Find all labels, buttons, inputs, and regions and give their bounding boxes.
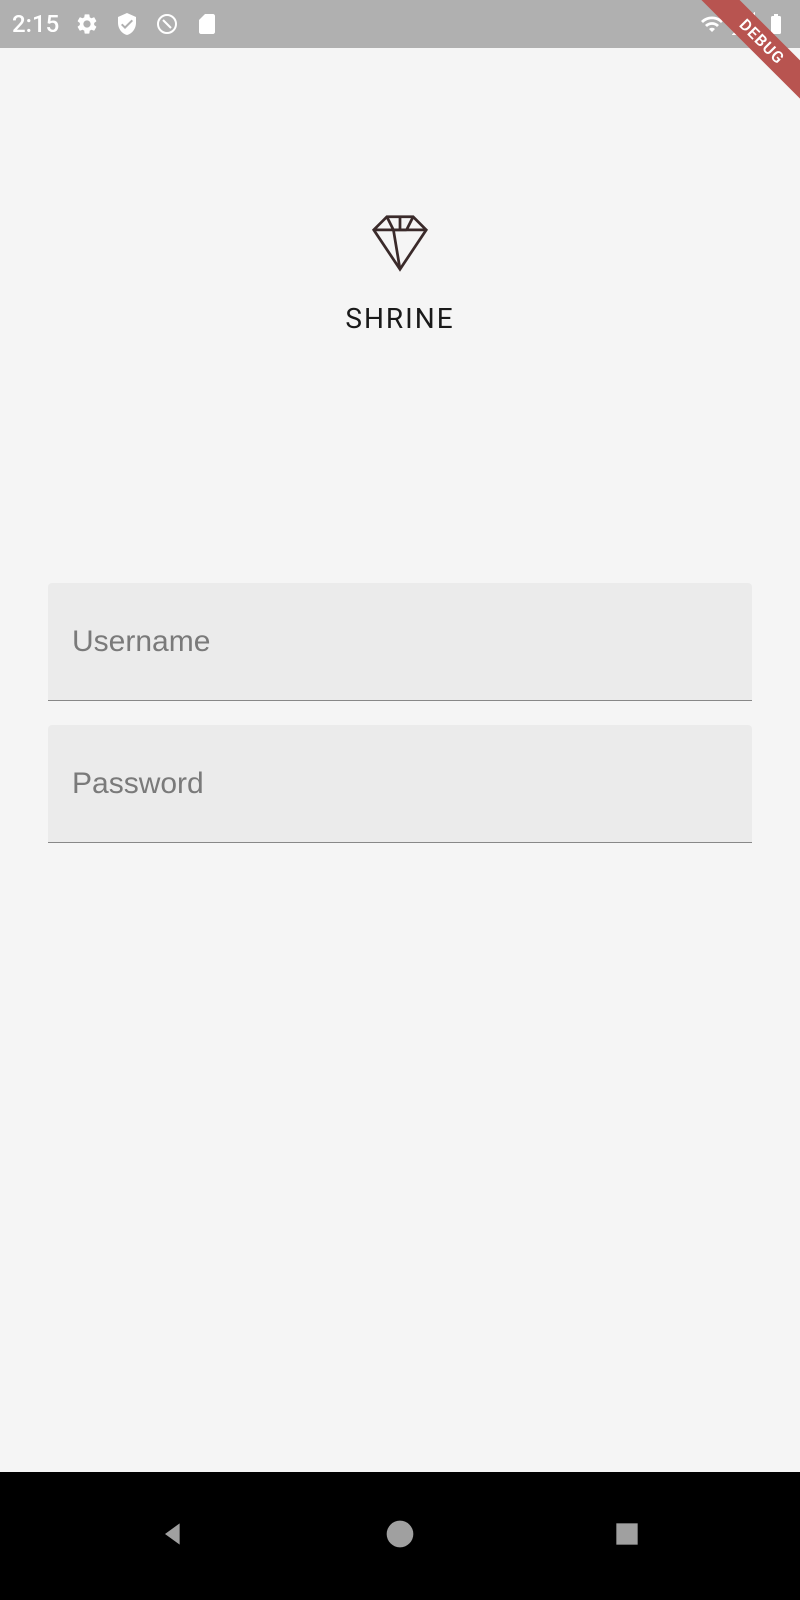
nav-home-button[interactable] <box>384 1518 416 1554</box>
logo-section: SHRINE <box>345 208 454 335</box>
password-input[interactable] <box>48 725 752 843</box>
sd-card-icon <box>195 12 219 36</box>
status-bar-left: 2:15 <box>12 10 219 38</box>
nav-back-button[interactable] <box>157 1518 189 1554</box>
status-time: 2:15 <box>12 10 59 38</box>
shield-icon <box>115 12 139 36</box>
login-form <box>48 583 752 843</box>
no-sim-icon <box>155 12 179 36</box>
diamond-logo-icon <box>365 208 435 278</box>
navigation-bar <box>0 1472 800 1600</box>
app-title: SHRINE <box>345 302 454 335</box>
login-screen: SHRINE <box>0 48 800 891</box>
settings-icon <box>75 12 99 36</box>
nav-recent-button[interactable] <box>611 1518 643 1554</box>
status-bar: 2:15 <box>0 0 800 48</box>
username-input[interactable] <box>48 583 752 701</box>
